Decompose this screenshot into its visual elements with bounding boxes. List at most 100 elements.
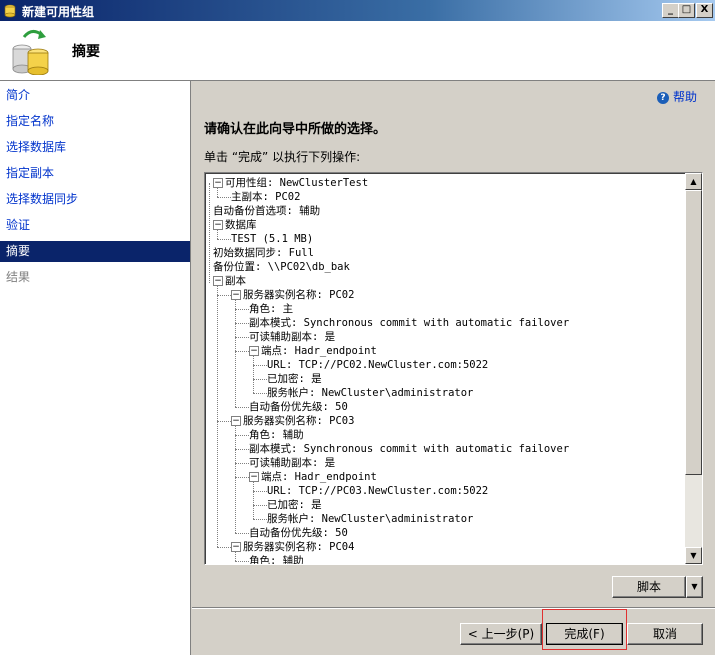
tree-node-label: 初始数据同步: Full (213, 247, 314, 259)
tree-node[interactable]: 副本模式: Synchronous commit with automatic … (249, 316, 569, 330)
collapse-icon[interactable]: − (213, 276, 223, 286)
tree-node[interactable]: − 可用性组: NewClusterTest (213, 176, 368, 190)
tree-connector (235, 463, 249, 464)
tree-node[interactable]: − 端点: Hadr_endpoint (249, 470, 377, 484)
tree-node-label: 已加密: 是 (267, 499, 322, 511)
summary-tree-content: − 可用性组: NewClusterTest 主副本: PC02 自动备份首选项: 辅… (205, 173, 685, 564)
tree-connector (235, 561, 249, 562)
tree-node-label: 已加密: 是 (267, 373, 322, 385)
collapse-icon[interactable]: − (231, 416, 241, 426)
tree-connector (217, 188, 218, 197)
tree-node[interactable]: 可读辅助副本: 是 (249, 456, 335, 470)
nav-item-select-databases[interactable]: 选择数据库 (0, 137, 190, 158)
tree-node[interactable]: 自动备份优先级: 50 (249, 400, 348, 414)
tree-node[interactable]: − 数据库 (213, 218, 257, 232)
tree-node[interactable]: TEST (5.1 MB) (231, 232, 313, 246)
tree-node[interactable]: 主副本: PC02 (231, 190, 300, 204)
scroll-up-icon[interactable]: ▲ (685, 173, 702, 190)
help-link[interactable]: ? 帮助 (657, 88, 697, 105)
scroll-thumb[interactable] (685, 190, 702, 475)
tree-node[interactable]: 服务帐户: NewCluster\administrator (267, 512, 473, 526)
tree-node[interactable]: 自动备份首选项: 辅助 (213, 204, 320, 218)
tree-connector (253, 505, 267, 506)
tree-connector (217, 197, 231, 198)
nav-item-specify-name[interactable]: 指定名称 (0, 111, 190, 132)
nav-item-intro[interactable]: 简介 (0, 85, 190, 106)
tree-node-label: 备份位置: \\PC02\db_bak (213, 261, 350, 273)
collapse-icon[interactable]: − (231, 290, 241, 300)
tree-node-label: 可读辅助副本: 是 (249, 331, 336, 343)
tree-connector (235, 477, 249, 478)
tree-connector (235, 552, 236, 561)
tree-node[interactable]: 角色: 辅助 (249, 428, 304, 442)
tree-node[interactable]: 初始数据同步: Full (213, 246, 314, 260)
tree-connector (253, 365, 267, 366)
tree-connector (217, 547, 231, 548)
collapse-icon[interactable]: − (213, 220, 223, 230)
collapse-icon[interactable]: − (249, 472, 259, 482)
tree-node[interactable]: − 服务器实例名称: PC02 (231, 288, 354, 302)
tree-node[interactable]: URL: TCP://PC03.NewCluster.com:5022 (267, 484, 488, 498)
tree-node-label: 端点: Hadr_endpoint (261, 345, 377, 357)
cancel-button[interactable]: 取消 (627, 623, 703, 645)
tree-node[interactable]: 角色: 主 (249, 302, 293, 316)
tree-node[interactable]: − 服务器实例名称: PC04 (231, 540, 354, 554)
tree-node-label: 服务器实例名称: PC04 (243, 541, 355, 553)
tree-connector (253, 356, 254, 393)
page-title: 摘要 (72, 44, 100, 60)
tree-connector (217, 230, 218, 239)
tree-node-label: 角色: 辅助 (249, 555, 304, 564)
tree-node-label: 角色: 主 (249, 303, 294, 315)
tree-node-label: URL: TCP://PC02.NewCluster.com:5022 (267, 359, 489, 371)
tree-node[interactable]: 角色: 辅助 (249, 554, 304, 564)
nav-item-summary[interactable]: 摘要 (0, 241, 190, 262)
tree-node-label: 服务器实例名称: PC02 (243, 289, 355, 301)
tree-node-label: 角色: 辅助 (249, 429, 304, 441)
tree-node[interactable]: 已加密: 是 (267, 498, 322, 512)
tree-node[interactable]: − 服务器实例名称: PC03 (231, 414, 354, 428)
vertical-scrollbar[interactable]: ▲ ▼ (685, 173, 702, 564)
collapse-icon[interactable]: − (231, 542, 241, 552)
availability-group-icon (4, 4, 16, 18)
tree-node[interactable]: − 端点: Hadr_endpoint (249, 344, 377, 358)
tree-connector (235, 351, 249, 352)
tree-connector (235, 449, 249, 450)
window-title: 新建可用性组 (22, 5, 95, 19)
minimize-button[interactable]: _ (662, 3, 679, 18)
tree-node-label: 副本 (225, 275, 246, 287)
collapse-icon[interactable]: − (249, 346, 259, 356)
tree-connector (217, 286, 218, 547)
collapse-icon[interactable]: − (213, 178, 223, 188)
tree-node-label: URL: TCP://PC03.NewCluster.com:5022 (267, 485, 489, 497)
tree-connector (235, 323, 249, 324)
tree-node[interactable]: 可读辅助副本: 是 (249, 330, 335, 344)
tree-node[interactable]: 服务帐户: NewCluster\administrator (267, 386, 473, 400)
tree-connector (235, 407, 249, 408)
title-bar: 新建可用性组 _ □ X (0, 0, 715, 21)
tree-node-label: 可用性组: NewClusterTest (225, 177, 369, 189)
tree-connector (235, 435, 249, 436)
nav-item-specify-replicas[interactable]: 指定副本 (0, 163, 190, 184)
previous-button[interactable]: < 上一步(P) (460, 623, 542, 645)
script-dropdown-icon[interactable]: ▼ (686, 576, 703, 598)
maximize-button[interactable]: □ (678, 3, 695, 18)
nav-item-results: 结果 (6, 270, 31, 284)
tree-node[interactable]: 副本模式: Synchronous commit with automatic … (249, 442, 569, 456)
script-button[interactable]: 脚本 (612, 576, 686, 598)
tree-node-label: 端点: Hadr_endpoint (261, 471, 377, 483)
nav-item-data-sync[interactable]: 选择数据同步 (0, 189, 190, 210)
tree-node[interactable]: URL: TCP://PC02.NewCluster.com:5022 (267, 358, 488, 372)
tree-node[interactable]: 已加密: 是 (267, 372, 322, 386)
tree-connector (217, 239, 231, 240)
tree-connector (217, 295, 231, 296)
tree-node[interactable]: 备份位置: \\PC02\db_bak (213, 260, 350, 274)
close-button[interactable]: X (696, 3, 713, 18)
wizard-header: 摘要 (0, 21, 715, 81)
tree-node-label: 自动备份首选项: 辅助 (213, 205, 321, 217)
scroll-down-icon[interactable]: ▼ (685, 547, 702, 564)
tree-node-label: 服务器实例名称: PC03 (243, 415, 355, 427)
database-sync-icon (12, 30, 49, 75)
summary-tree-view[interactable]: − 可用性组: NewClusterTest 主副本: PC02 自动备份首选项: 辅… (204, 172, 703, 565)
nav-item-validation[interactable]: 验证 (0, 215, 190, 236)
tree-node[interactable]: 自动备份优先级: 50 (249, 526, 348, 540)
